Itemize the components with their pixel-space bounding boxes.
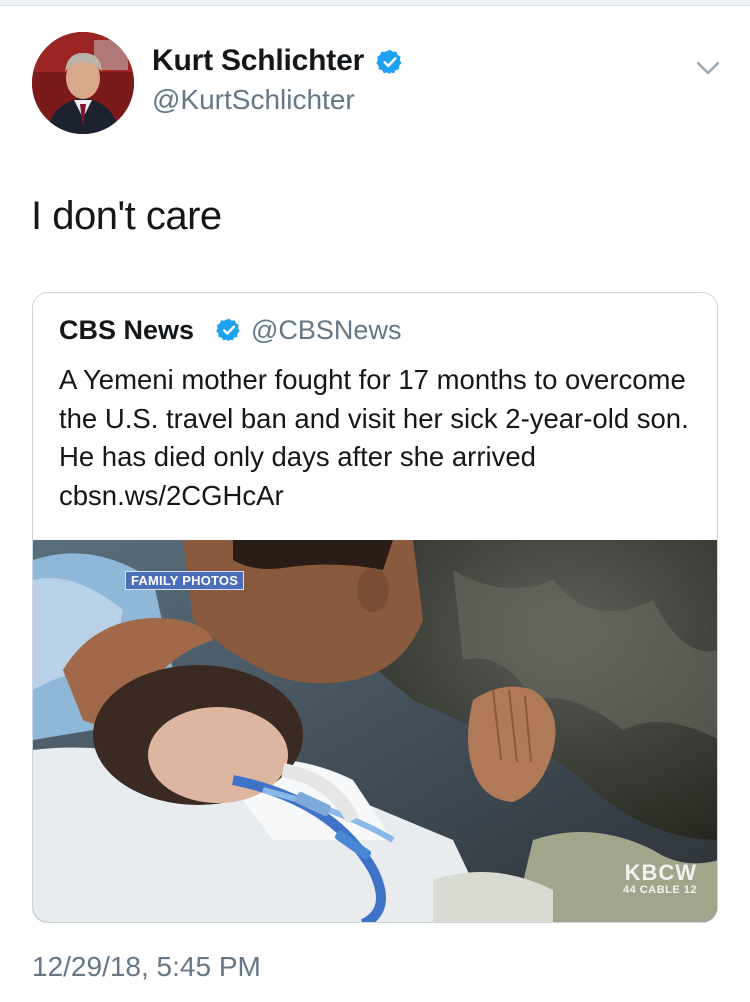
quoted-tweet-text: A Yemeni mother fought for 17 months to …: [59, 364, 689, 511]
quoted-handle: @CBSNews: [251, 315, 402, 345]
author-display-name[interactable]: Kurt Schlichter: [152, 44, 364, 78]
watermark-main: KBCW: [624, 860, 697, 885]
avatar-photo: [32, 32, 134, 134]
family-photos-tag: FAMILY PHOTOS: [125, 571, 245, 590]
quoted-verified-badge-icon: [216, 318, 240, 342]
chevron-down-icon[interactable]: [694, 58, 722, 78]
kbcw-watermark: KBCW 44 CABLE 12: [623, 860, 697, 897]
news-photo: [33, 540, 717, 922]
quoted-tweet-card[interactable]: CBS News @CBSNews A Yemeni mother fought…: [32, 292, 718, 923]
quoted-tweet-image[interactable]: FAMILY PHOTOS KBCW 44 CABLE 12: [33, 540, 717, 922]
verified-badge-icon: [376, 49, 402, 75]
tweet-timestamp[interactable]: 12/29/18, 5:45 PM: [32, 951, 261, 983]
author-handle[interactable]: @KurtSchlichter: [152, 84, 355, 116]
quoted-display-name: CBS News: [59, 315, 195, 345]
tweet-text: I don't care: [31, 194, 222, 238]
author-avatar[interactable]: [32, 32, 134, 134]
watermark-sub: 44 CABLE 12: [623, 884, 697, 896]
top-divider: [0, 0, 750, 6]
